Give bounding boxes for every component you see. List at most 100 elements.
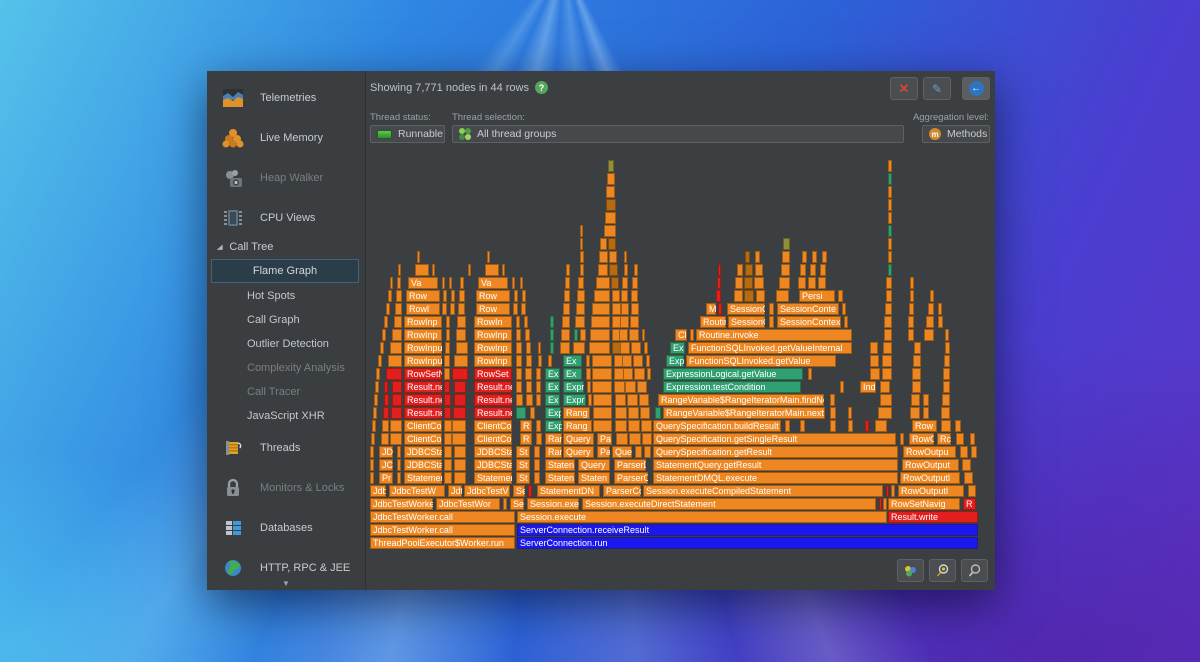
flame-segment[interactable]: Persi: [799, 290, 835, 302]
flame-segment[interactable]: [848, 407, 852, 419]
aggregation-level-select[interactable]: m Methods: [922, 125, 990, 143]
flame-segment[interactable]: [600, 238, 607, 250]
flame-segment[interactable]: [397, 277, 401, 289]
flame-segment[interactable]: [397, 472, 401, 484]
flame-segment[interactable]: RowOutputl: [900, 472, 960, 484]
flame-segment[interactable]: [536, 433, 542, 445]
flame-segment[interactable]: [622, 355, 632, 367]
flame-segment[interactable]: Row: [476, 290, 510, 302]
flame-segment[interactable]: RowOutput: [902, 459, 959, 471]
flame-segment[interactable]: [445, 342, 450, 354]
flame-segment[interactable]: [516, 329, 521, 341]
flame-segment[interactable]: JDBCStat: [474, 446, 512, 458]
flame-segment[interactable]: [737, 264, 743, 276]
flame-segment[interactable]: [512, 277, 515, 289]
flame-segment[interactable]: Result.nev: [404, 407, 442, 419]
sidebar-item-monitors-locks[interactable]: Monitors & Locks: [207, 473, 365, 503]
flame-segment[interactable]: [910, 290, 914, 302]
flame-segment[interactable]: [608, 160, 614, 172]
flame-segment[interactable]: [391, 407, 402, 419]
flame-segment[interactable]: Exp: [545, 420, 562, 432]
flame-segment[interactable]: [395, 303, 402, 315]
flame-segment[interactable]: [592, 303, 610, 315]
flame-segment[interactable]: [468, 264, 471, 276]
flame-segment[interactable]: [530, 407, 535, 419]
flame-segment[interactable]: R: [963, 498, 976, 510]
flame-segment[interactable]: [456, 329, 466, 341]
flame-segment[interactable]: R: [520, 433, 532, 445]
flame-segment[interactable]: [909, 303, 914, 315]
flame-segment[interactable]: [444, 433, 452, 445]
flame-segment[interactable]: [690, 329, 694, 341]
flame-segment[interactable]: Staten: [545, 459, 575, 471]
flame-segment[interactable]: [594, 290, 610, 302]
flame-segment[interactable]: [888, 173, 892, 185]
flame-segment[interactable]: [644, 446, 651, 458]
flame-segment[interactable]: [536, 420, 541, 432]
flame-segment[interactable]: [635, 446, 642, 458]
flame-segment[interactable]: [785, 420, 790, 432]
flame-segment[interactable]: [578, 277, 584, 289]
flame-segment[interactable]: [525, 329, 530, 341]
remove-view-button[interactable]: ✕: [890, 77, 918, 100]
flame-segment[interactable]: RowInp: [404, 329, 442, 341]
flame-segment[interactable]: [956, 433, 964, 445]
flame-segment[interactable]: [390, 342, 402, 354]
flame-segment[interactable]: [734, 290, 743, 302]
flame-segment[interactable]: Ex: [545, 381, 560, 393]
flame-segment[interactable]: [888, 186, 892, 198]
flame-segment[interactable]: SessionConte: [777, 303, 839, 315]
flame-segment[interactable]: Result.write: [888, 511, 978, 523]
flame-segment[interactable]: Pr: [379, 472, 393, 484]
flame-segment[interactable]: [633, 355, 643, 367]
flame-segment[interactable]: [885, 303, 892, 315]
flame-segment[interactable]: [452, 433, 466, 445]
flame-segment[interactable]: RowInp: [474, 329, 512, 341]
flame-segment[interactable]: [970, 433, 975, 445]
flame-segment[interactable]: JdbcTestWorker.call: [370, 511, 515, 523]
flame-segment[interactable]: [548, 355, 552, 367]
flame-segment[interactable]: JD: [379, 446, 393, 458]
flame-segment[interactable]: [822, 251, 827, 263]
flame-segment[interactable]: [621, 303, 629, 315]
sidebar-item-heap-walker[interactable]: Heap Walker: [207, 163, 365, 193]
flame-segment[interactable]: [487, 251, 490, 263]
flame-segment[interactable]: Ex: [545, 368, 560, 380]
flame-segment[interactable]: Staten: [545, 472, 575, 484]
flame-segment[interactable]: JdbcTestV: [464, 485, 510, 497]
flame-segment[interactable]: [536, 394, 541, 406]
flame-segment[interactable]: [938, 316, 943, 328]
flame-segment[interactable]: [444, 446, 452, 458]
flame-segment[interactable]: [971, 446, 977, 458]
flame-segment[interactable]: [386, 303, 390, 315]
flame-segment[interactable]: [456, 342, 468, 354]
flame-segment[interactable]: Result.nev: [404, 381, 442, 393]
flame-segment[interactable]: [926, 316, 934, 328]
flame-segment[interactable]: [378, 355, 382, 367]
flame-segment[interactable]: [808, 277, 816, 289]
flame-segment[interactable]: [960, 446, 968, 458]
flame-segment[interactable]: ServerConnection.run: [517, 537, 978, 549]
flame-segment[interactable]: [516, 381, 522, 393]
flame-segment[interactable]: [631, 342, 641, 354]
flame-segment[interactable]: [848, 420, 853, 432]
flame-segment[interactable]: Session.execute: [517, 511, 887, 523]
flame-segment[interactable]: Session.execute: [527, 498, 579, 510]
flame-segment[interactable]: QuerySpecification.buildResult: [653, 420, 781, 432]
flame-segment[interactable]: [397, 446, 401, 458]
flame-segment[interactable]: Row: [912, 420, 937, 432]
flame-segment[interactable]: [943, 368, 950, 380]
flame-segment[interactable]: [870, 342, 878, 354]
flame-segment[interactable]: Ex: [563, 368, 582, 380]
flame-segment[interactable]: [718, 303, 722, 315]
flame-segment[interactable]: [592, 381, 612, 393]
flame-segment[interactable]: [521, 303, 526, 315]
flame-segment[interactable]: [910, 407, 920, 419]
flame-segment[interactable]: [880, 394, 892, 406]
flame-segment[interactable]: [612, 303, 621, 315]
flame-segment[interactable]: JdbcTestW: [389, 485, 445, 497]
flame-segment[interactable]: [888, 160, 892, 172]
flame-segment[interactable]: [631, 303, 639, 315]
flame-segment[interactable]: [604, 225, 616, 237]
flame-segment[interactable]: [443, 290, 447, 302]
